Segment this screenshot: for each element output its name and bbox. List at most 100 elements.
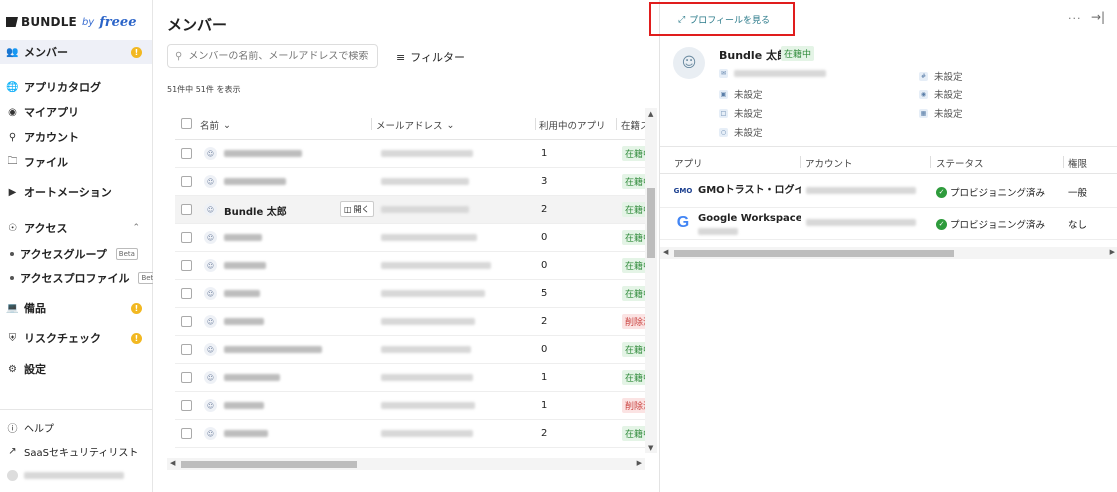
row-checkbox[interactable] bbox=[181, 148, 192, 159]
sidebar-item-risk-check[interactable]: ⛨ リスクチェック ! bbox=[0, 326, 152, 350]
brand-logo[interactable]: BUNDLE by freee bbox=[6, 13, 136, 31]
app-name: Google Workspace bbox=[698, 213, 801, 224]
sidebar-item-members[interactable]: 👥 メンバー ! bbox=[0, 40, 152, 64]
chevron-down-icon: ⌄ bbox=[446, 119, 455, 131]
column-status[interactable]: 在籍ス bbox=[621, 118, 645, 132]
scroll-down-icon[interactable]: ▼ bbox=[648, 444, 653, 452]
select-all-checkbox[interactable] bbox=[181, 118, 192, 129]
check-circle-icon: ✓ bbox=[936, 218, 947, 230]
sidebar-item-my-apps[interactable]: ◉ マイアプリ bbox=[0, 100, 152, 124]
scroll-right-icon[interactable]: ▶ bbox=[1110, 248, 1115, 256]
sidebar-user-menu[interactable] bbox=[0, 464, 152, 486]
member-name-redacted[interactable] bbox=[224, 318, 264, 325]
bundle-logo: BUNDLE bbox=[6, 15, 77, 29]
row-checkbox[interactable] bbox=[181, 288, 192, 299]
sidebar-item-label: オートメーション bbox=[24, 186, 112, 199]
open-button[interactable]: ◫ 開く bbox=[340, 201, 374, 217]
table-row[interactable]: ☺ 2 在籍中 bbox=[175, 420, 645, 448]
member-email-redacted bbox=[381, 346, 471, 353]
column-name[interactable]: 名前 ⌄ bbox=[200, 118, 231, 133]
column-email[interactable]: メールアドレス ⌄ bbox=[376, 118, 455, 133]
row-checkbox[interactable] bbox=[181, 428, 192, 439]
brand-by: by bbox=[81, 16, 95, 28]
column-apps[interactable]: 利用中のアプリ bbox=[539, 118, 606, 132]
location-value: 未設定 bbox=[934, 90, 963, 101]
chevron-up-icon[interactable]: ⌃ bbox=[132, 223, 140, 233]
table-row[interactable]: ☺ Bundle 太郎 ◫開く 2 在籍中 bbox=[175, 196, 645, 224]
table-row[interactable]: ☺1在籍中 bbox=[175, 364, 645, 392]
panel-horizontal-scrollbar[interactable]: ◀ ▶ bbox=[660, 247, 1117, 259]
scroll-left-icon[interactable]: ◀ bbox=[663, 248, 668, 256]
filter-button[interactable]: ≡ フィルター bbox=[396, 49, 465, 65]
scroll-up-icon[interactable]: ▲ bbox=[648, 110, 653, 118]
row-checkbox[interactable] bbox=[181, 204, 192, 215]
warning-icon: ! bbox=[131, 302, 142, 314]
table-row[interactable]: ☺ 1 削除済 bbox=[175, 392, 645, 420]
sidebar-subitem-access-group[interactable]: アクセスグループ Beta bbox=[10, 243, 138, 265]
member-avatar-icon: ☺ bbox=[204, 427, 217, 440]
hash-icon: # bbox=[919, 71, 928, 81]
column-app[interactable]: アプリ bbox=[674, 156, 703, 170]
table-row[interactable]: ☺ 3 在籍中 bbox=[175, 168, 645, 196]
row-checkbox[interactable] bbox=[181, 232, 192, 243]
row-checkbox[interactable] bbox=[181, 344, 192, 355]
app-row[interactable]: G Google Workspace ✓ プロビジョニング済み なし bbox=[660, 208, 1117, 240]
sidebar-item-access[interactable]: ☉ アクセス ⌃ bbox=[0, 216, 152, 240]
scroll-left-icon[interactable]: ◀ bbox=[170, 459, 175, 467]
search-box[interactable]: ⚲ bbox=[167, 44, 378, 68]
member-name-redacted[interactable] bbox=[224, 402, 264, 409]
email-redacted bbox=[734, 70, 826, 77]
sidebar-item-devices[interactable]: 💻 備品 ! bbox=[0, 296, 152, 320]
member-name-redacted[interactable] bbox=[224, 150, 302, 157]
member-name-redacted[interactable] bbox=[224, 346, 322, 353]
sidebar-item-files[interactable]: 🗀 ファイル bbox=[0, 150, 152, 174]
column-permission[interactable]: 権限 bbox=[1068, 156, 1087, 170]
member-name-redacted[interactable] bbox=[224, 374, 280, 381]
sidebar-help-link[interactable]: ⓘ ヘルプ bbox=[0, 416, 152, 438]
apps-count: 0 bbox=[541, 260, 548, 271]
member-name[interactable]: Bundle 太郎 bbox=[224, 203, 287, 218]
vertical-scrollbar[interactable]: ▲ ▼ bbox=[645, 108, 657, 453]
table-row[interactable]: ☺ 0 在籍中 bbox=[175, 224, 645, 252]
more-options-icon[interactable]: ··· bbox=[1068, 12, 1082, 25]
row-checkbox[interactable] bbox=[181, 316, 192, 327]
member-name-redacted[interactable] bbox=[224, 178, 286, 185]
member-name-redacted[interactable] bbox=[224, 290, 260, 297]
column-account[interactable]: アカウント bbox=[805, 156, 853, 170]
sidebar-item-settings[interactable]: ⚙ 設定 bbox=[0, 357, 152, 381]
status-badge: 在籍中 bbox=[622, 342, 645, 357]
table-row[interactable]: ☺ 5 在籍中 bbox=[175, 280, 645, 308]
table-row[interactable]: ☺1在籍中 bbox=[175, 140, 645, 168]
sidebar-item-app-catalog[interactable]: 🌐 アプリカタログ bbox=[0, 75, 152, 99]
view-profile-link[interactable]: ⤢ プロフィールを見る bbox=[678, 13, 770, 27]
scroll-right-icon[interactable]: ▶ bbox=[637, 459, 642, 467]
sidebar-item-automation[interactable]: ▶ オートメーション bbox=[0, 180, 152, 204]
user-name-redacted bbox=[24, 471, 124, 479]
sidebar-item-accounts[interactable]: ⚲ アカウント bbox=[0, 125, 152, 149]
horizontal-scrollbar[interactable]: ◀ ▶ bbox=[167, 458, 645, 470]
member-email-redacted bbox=[381, 262, 491, 269]
brand-partner: freee bbox=[99, 14, 137, 30]
scrollbar-thumb[interactable] bbox=[181, 461, 357, 468]
collapse-panel-icon[interactable]: →| bbox=[1091, 10, 1105, 24]
row-checkbox[interactable] bbox=[181, 260, 192, 271]
search-input[interactable] bbox=[188, 50, 369, 62]
member-name-redacted[interactable] bbox=[224, 262, 266, 269]
table-row[interactable]: ☺1在籍中 bbox=[175, 448, 645, 453]
scrollbar-thumb[interactable] bbox=[647, 188, 655, 258]
column-status[interactable]: ステータス bbox=[936, 156, 984, 170]
row-checkbox[interactable] bbox=[181, 372, 192, 383]
row-checkbox[interactable] bbox=[181, 176, 192, 187]
row-checkbox[interactable] bbox=[181, 400, 192, 411]
app-row[interactable]: GMO GMOトラスト・ログイン ✓ プロビジョニング済み 一般 bbox=[660, 176, 1117, 208]
sidebar-subitem-access-profile[interactable]: アクセスプロファイル Beta bbox=[10, 267, 161, 289]
table-row[interactable]: ☺ 0 在籍中 bbox=[175, 336, 645, 364]
member-name-redacted[interactable] bbox=[224, 430, 268, 437]
table-row[interactable]: ☺ 0 在籍中 bbox=[175, 252, 645, 280]
sidebar-saas-security-link[interactable]: ↗ SaaSセキュリティリスト bbox=[0, 440, 152, 462]
status-badge: 在籍中 bbox=[622, 174, 645, 189]
member-name-redacted[interactable] bbox=[224, 234, 262, 241]
app-status: ✓ プロビジョニング済み bbox=[936, 185, 1045, 199]
table-row[interactable]: ☺ 2 削除済 bbox=[175, 308, 645, 336]
scrollbar-thumb[interactable] bbox=[674, 250, 954, 257]
